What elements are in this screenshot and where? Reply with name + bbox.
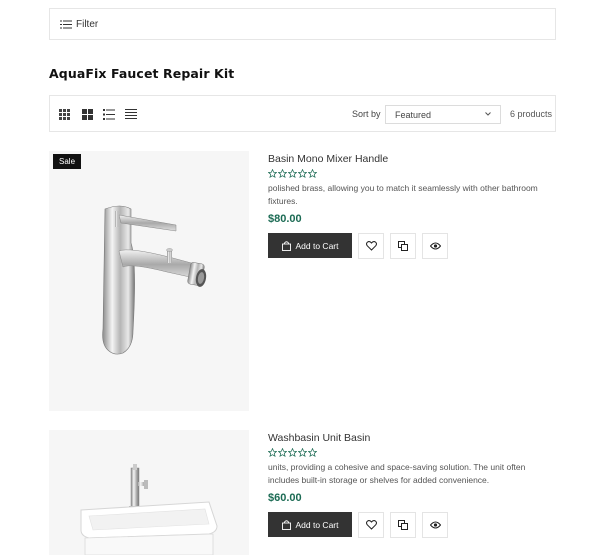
star-rating xyxy=(268,169,317,178)
sale-badge: Sale xyxy=(53,154,82,169)
filter-label: Filter xyxy=(76,18,99,30)
product-name[interactable]: Basin Mono Mixer Handle xyxy=(268,153,388,165)
faucet-image xyxy=(102,205,207,355)
filter-lines-icon xyxy=(60,19,72,29)
heart-icon xyxy=(365,241,377,251)
product-image[interactable] xyxy=(49,430,249,555)
collection-toolbar: Sort by Featured 6 products xyxy=(49,95,556,132)
product-description: polished brass, allowing you to match it… xyxy=(268,183,538,206)
quick-view-button[interactable] xyxy=(422,512,448,538)
star-outline-icon xyxy=(268,169,277,178)
eye-icon xyxy=(429,521,441,529)
star-outline-icon xyxy=(298,448,307,457)
add-to-cart-label: Add to Cart xyxy=(295,519,339,530)
star-outline-icon xyxy=(288,448,297,457)
shopping-bag-icon xyxy=(281,240,291,251)
compare-button[interactable] xyxy=(390,233,416,259)
sort-select-value: Featured xyxy=(395,109,432,120)
washbasin-image xyxy=(80,464,218,555)
sort-label: Sort by xyxy=(352,109,381,119)
eye-icon xyxy=(429,242,441,250)
product-actions: Add to Cart xyxy=(268,233,448,259)
compare-icon xyxy=(398,241,408,251)
product-image[interactable]: Sale xyxy=(49,151,249,411)
add-to-cart-button[interactable]: Add to Cart xyxy=(268,512,352,537)
grid-3-icon xyxy=(58,108,70,120)
star-rating xyxy=(268,448,317,457)
product-description: units, providing a cohesive and space-sa… xyxy=(268,462,526,485)
shopping-bag-icon xyxy=(281,519,291,530)
compare-icon xyxy=(398,520,408,530)
chevron-down-icon xyxy=(485,112,491,116)
star-outline-icon xyxy=(288,169,297,178)
list-numbered-icon xyxy=(103,108,115,120)
filter-button[interactable]: Filter xyxy=(49,8,556,40)
star-outline-icon xyxy=(278,169,287,178)
grid-3-view-button[interactable] xyxy=(58,108,70,120)
grid-2-view-button[interactable] xyxy=(81,108,93,120)
list-view-button[interactable] xyxy=(125,108,137,120)
wishlist-button[interactable] xyxy=(358,233,384,259)
wishlist-button[interactable] xyxy=(358,512,384,538)
product-price: $60.00 xyxy=(268,492,302,504)
product-actions: Add to Cart xyxy=(268,512,448,538)
grid-2-icon xyxy=(81,108,93,120)
product-price: $80.00 xyxy=(268,213,302,225)
page-title: AquaFix Faucet Repair Kit xyxy=(49,66,235,81)
product-name[interactable]: Washbasin Unit Basin xyxy=(268,432,370,444)
star-outline-icon xyxy=(278,448,287,457)
star-outline-icon xyxy=(298,169,307,178)
add-to-cart-button[interactable]: Add to Cart xyxy=(268,233,352,258)
compare-button[interactable] xyxy=(390,512,416,538)
sort-select[interactable]: Featured xyxy=(385,105,501,124)
add-to-cart-label: Add to Cart xyxy=(295,240,339,251)
list-numbered-view-button[interactable] xyxy=(103,108,115,120)
heart-icon xyxy=(365,520,377,530)
list-icon xyxy=(125,109,137,119)
star-outline-icon xyxy=(308,448,317,457)
quick-view-button[interactable] xyxy=(422,233,448,259)
star-outline-icon xyxy=(268,448,277,457)
star-outline-icon xyxy=(308,169,317,178)
product-count: 6 products xyxy=(510,109,553,119)
